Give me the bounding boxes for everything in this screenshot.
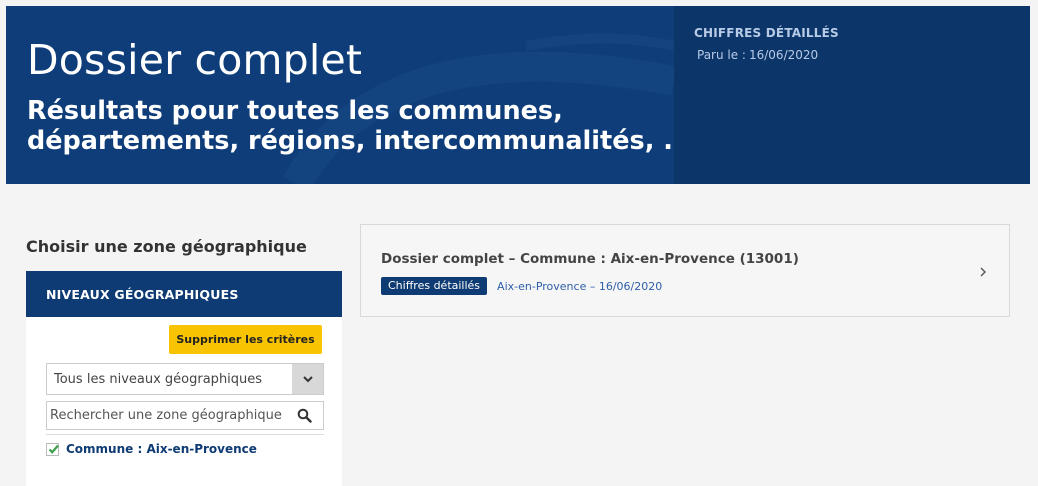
result-meta: Chiffres détaillés Aix-en-Provence – 16/… — [381, 277, 662, 295]
level-select-value: Tous les niveaux géographiques — [54, 372, 263, 387]
subtitle-line-2: départements, régions, intercommunalités… — [27, 126, 693, 156]
chevron-right-icon[interactable] — [979, 263, 987, 282]
level-select[interactable]: Tous les niveaux géographiques — [46, 363, 324, 395]
clear-criteria-button[interactable]: Supprimer les critères — [169, 325, 322, 354]
search-icon[interactable] — [297, 408, 312, 427]
banner-decoration — [282, 33, 674, 184]
page-banner: Dossier complet Résultats pour toutes le… — [6, 6, 1030, 184]
divider — [46, 434, 324, 435]
publication-date-label: Paru le : — [697, 48, 746, 62]
zone-search — [46, 401, 324, 430]
zone-search-input[interactable] — [47, 402, 287, 429]
result-tag: Chiffres détaillés — [381, 277, 488, 295]
page-title: Dossier complet — [27, 36, 363, 84]
result-card[interactable]: Dossier complet – Commune : Aix-en-Prove… — [360, 224, 1010, 317]
chevron-down-icon[interactable] — [292, 364, 323, 394]
subtitle-line-1: Résultats pour toutes les communes, — [27, 96, 563, 126]
selected-zone-checkbox[interactable] — [46, 442, 59, 456]
publication-date: Paru le :16/06/2020 — [694, 48, 818, 62]
zone-heading: Choisir une zone géographique — [26, 237, 307, 256]
banner-side: CHIFFRES DÉTAILLÉS Paru le :16/06/2020 — [674, 6, 1030, 184]
publication-date-value: 16/06/2020 — [748, 48, 819, 62]
publication-kicker: CHIFFRES DÉTAILLÉS — [694, 26, 839, 40]
check-icon — [48, 444, 59, 454]
panel-title: NIVEAUX GÉOGRAPHIQUES — [26, 271, 342, 317]
banner-main: Dossier complet Résultats pour toutes le… — [6, 6, 692, 184]
selected-zone-label: Commune : Aix-en-Provence — [66, 442, 257, 456]
result-subtitle: Aix-en-Provence – 16/06/2020 — [497, 279, 663, 293]
result-title[interactable]: Dossier complet – Commune : Aix-en-Prove… — [381, 251, 799, 267]
geo-levels-panel: NIVEAUX GÉOGRAPHIQUES Supprimer les crit… — [26, 271, 342, 486]
selected-zone[interactable]: Commune : Aix-en-Provence — [46, 442, 257, 456]
page-subtitle: Résultats pour toutes les communes, dépa… — [27, 96, 692, 156]
